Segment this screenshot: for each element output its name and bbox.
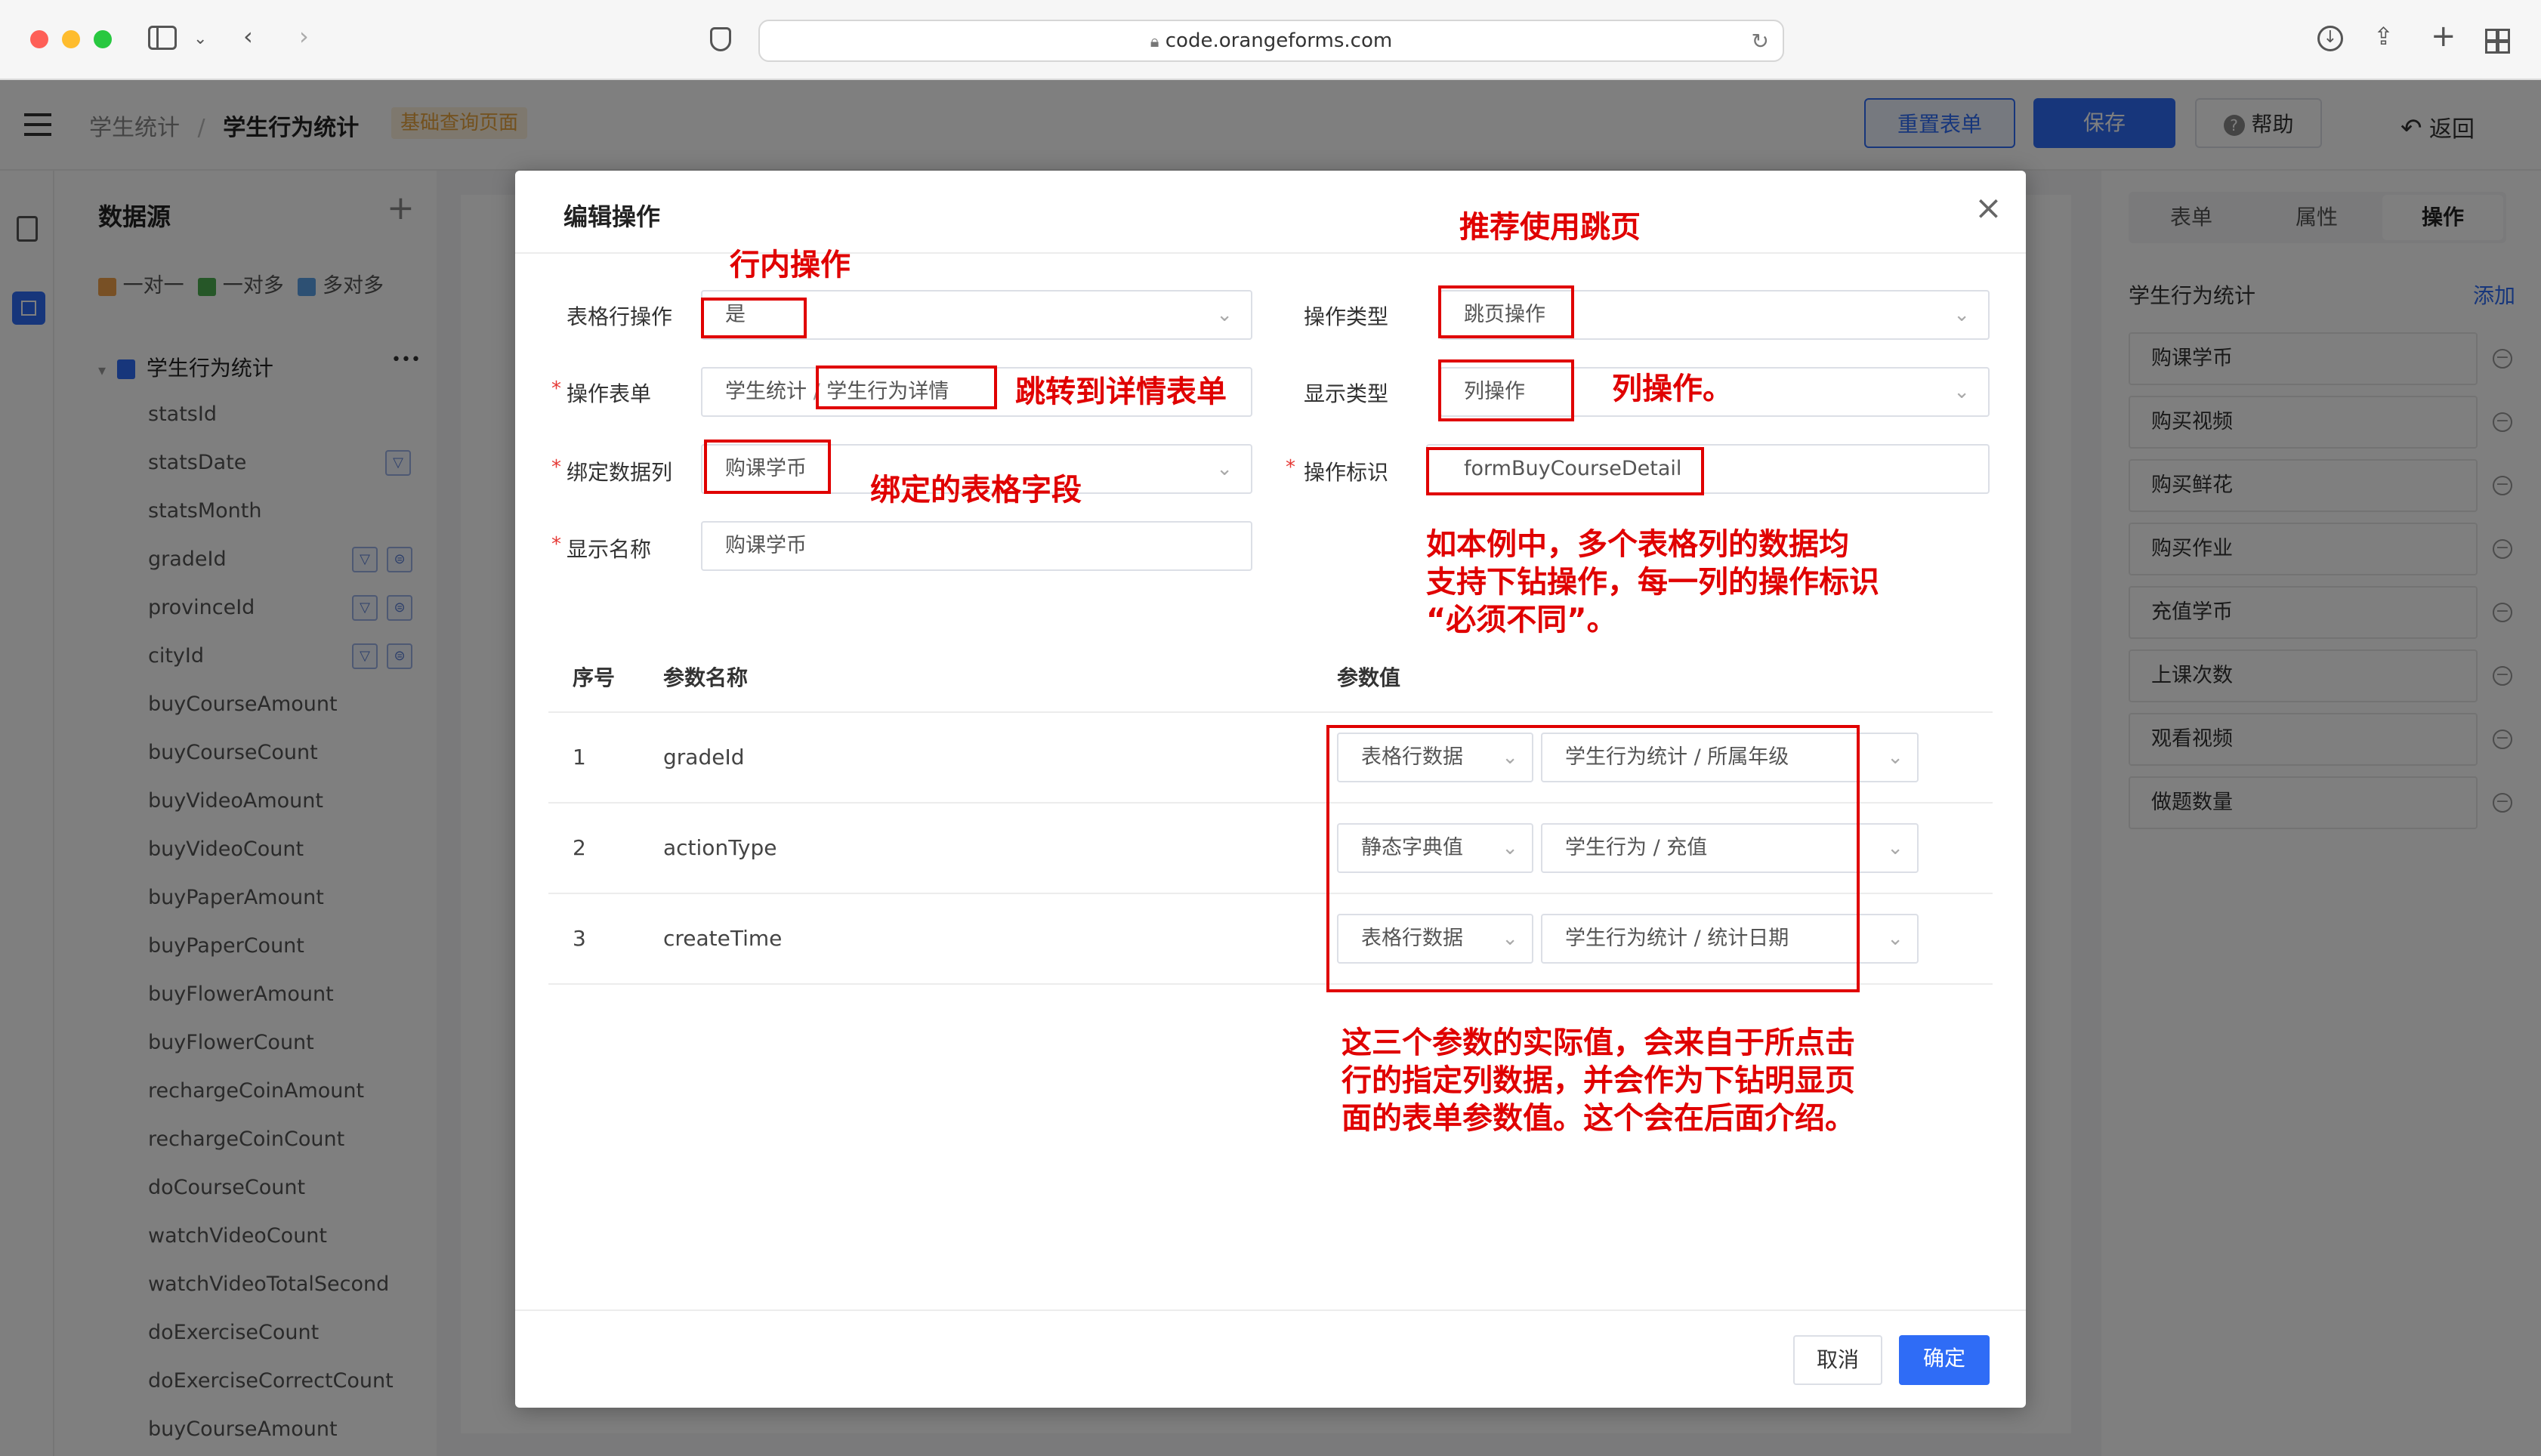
annotation-text: 推荐使用跳页 xyxy=(1459,210,1641,245)
address-bar[interactable]: 🔒︎ code.orangeforms.com ↻ xyxy=(758,20,1784,62)
chevron-down-icon: ⌄ xyxy=(1953,304,1970,326)
annotation-text: 如本例中，多个表格列的数据均 xyxy=(1426,527,1849,562)
chevron-down-icon: ⌄ xyxy=(1887,837,1903,859)
lock-icon: 🔒︎ xyxy=(1150,32,1159,51)
url-text: code.orangeforms.com xyxy=(1165,29,1393,52)
window-minimize-dot[interactable] xyxy=(62,30,80,48)
op-form-label: 操作表单 xyxy=(566,381,651,406)
shield-icon[interactable] xyxy=(710,27,731,51)
annotation-box xyxy=(1438,285,1574,338)
annotation-text: 绑定的表格字段 xyxy=(870,473,1082,507)
tab-overview-icon[interactable] xyxy=(2485,29,2510,54)
chevron-down-icon: ⌄ xyxy=(1216,304,1233,326)
confirm-button[interactable]: 确定 xyxy=(1899,1335,1990,1385)
annotation-box xyxy=(701,298,807,338)
op-type-label: 操作类型 xyxy=(1303,304,1388,329)
window-zoom-dot[interactable] xyxy=(94,30,112,48)
annotation-text: 跳转到详情表单 xyxy=(1015,375,1227,409)
back-arrow-icon[interactable]: ‹ xyxy=(243,21,253,51)
annotation-text: 列操作。 xyxy=(1612,372,1733,406)
close-icon[interactable]: × xyxy=(1974,192,2002,225)
col-header-index: 序号 xyxy=(573,665,616,690)
annotation-box xyxy=(816,366,997,409)
row-index: 1 xyxy=(573,745,586,770)
row-param-name: actionType xyxy=(663,835,777,860)
annotation-box xyxy=(1438,359,1574,421)
chevron-down-icon: ⌄ xyxy=(1887,927,1903,950)
row-index: 3 xyxy=(573,926,586,951)
row-index: 2 xyxy=(573,835,586,860)
col-header-param-name: 参数名称 xyxy=(663,665,749,690)
cancel-button[interactable]: 取消 xyxy=(1793,1335,1882,1385)
reload-icon[interactable]: ↻ xyxy=(1752,29,1769,54)
annotation-text: 面的表单参数值。这个会在后面介绍。 xyxy=(1342,1101,1855,1136)
download-icon[interactable]: ↓ xyxy=(2317,26,2343,51)
sidebar-toggle-icon[interactable] xyxy=(148,26,177,50)
annotation-box xyxy=(1326,725,1860,992)
new-tab-icon[interactable]: + xyxy=(2431,21,2456,51)
annotation-text: 行的指定列数据，并会作为下钻明显页 xyxy=(1342,1063,1855,1098)
display-name-input[interactable]: 购课学币 xyxy=(701,521,1252,571)
share-icon[interactable]: ⇪ xyxy=(2373,21,2394,51)
dialog-title: 编辑操作 xyxy=(563,202,661,231)
op-id-label: 操作标识 xyxy=(1303,460,1388,485)
bind-col-label: 绑定数据列 xyxy=(566,460,672,485)
col-header-param-value: 参数值 xyxy=(1337,665,1401,690)
annotation-text: 支持下钻操作，每一列的操作标识 xyxy=(1426,565,1879,600)
display-name-label: 显示名称 xyxy=(566,537,651,562)
annotation-text: 行内操作 xyxy=(730,248,851,282)
forward-arrow-icon[interactable]: › xyxy=(299,21,309,51)
row-param-name: gradeId xyxy=(663,745,745,770)
dialog-footer-divider xyxy=(515,1309,2026,1311)
display-type-label: 显示类型 xyxy=(1303,381,1388,406)
row-param-name: createTime xyxy=(663,926,783,951)
annotation-box xyxy=(704,440,831,494)
row-op-label: 表格行操作 xyxy=(566,304,672,329)
browser-chrome: ⌄ ‹ › 🔒︎ code.orangeforms.com ↻ ↓ ⇪ + xyxy=(0,0,2541,80)
annotation-text: “必须不同”。 xyxy=(1426,603,1617,637)
annotation-text: 这三个参数的实际值，会来自于所点击 xyxy=(1342,1026,1855,1060)
annotation-box xyxy=(1426,447,1704,495)
chevron-down-icon: ⌄ xyxy=(1887,746,1903,769)
chevron-down-icon: ⌄ xyxy=(1216,458,1233,480)
chevron-down-icon[interactable]: ⌄ xyxy=(193,24,207,54)
window-close-dot[interactable] xyxy=(30,30,48,48)
table-divider xyxy=(548,711,1993,713)
op-form-value-1: 学生统计 xyxy=(725,380,807,403)
chevron-down-icon: ⌄ xyxy=(1953,381,1970,403)
